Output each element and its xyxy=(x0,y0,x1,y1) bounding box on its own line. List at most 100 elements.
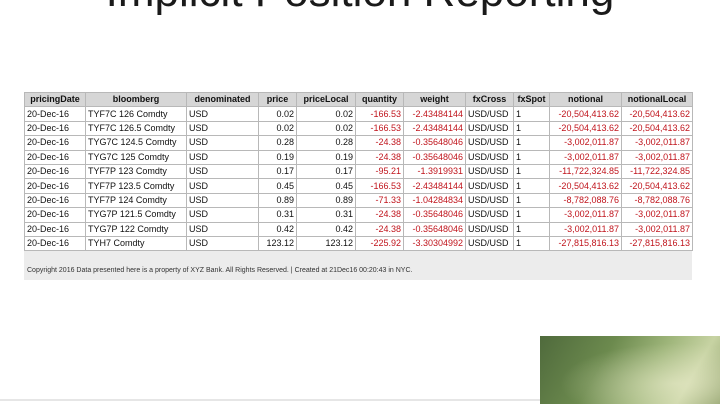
cell-fxcross: USD/USD xyxy=(465,178,514,194)
cell-weight: -3.30304992 xyxy=(403,235,466,252)
cell-fxcross: USD/USD xyxy=(465,120,514,137)
table-header-row: pricingDate bloomberg denominated price … xyxy=(24,91,693,108)
cell-notionallocal: -27,815,816.13 xyxy=(621,235,693,252)
cell-notionallocal: -3,002,011.87 xyxy=(621,135,693,151)
column-header-denominated[interactable]: denominated xyxy=(186,91,259,108)
cell-pricingdate: 20-Dec-16 xyxy=(24,221,86,237)
cell-price: 0.28 xyxy=(258,135,297,151)
cell-denominated: USD xyxy=(186,163,259,180)
column-header-pricelocal[interactable]: priceLocal xyxy=(296,91,356,108)
cell-price: 0.45 xyxy=(258,178,297,194)
column-header-bloomberg[interactable]: bloomberg xyxy=(85,91,187,108)
cell-fxspot: 1 xyxy=(513,207,550,223)
cell-fxspot: 1 xyxy=(513,135,550,151)
cell-fxspot: 1 xyxy=(513,235,550,252)
bottom-divider xyxy=(0,399,540,401)
cell-denominated: USD xyxy=(186,178,259,194)
cell-notionallocal: -3,002,011.87 xyxy=(621,221,693,237)
column-header-fxcross[interactable]: fxCross xyxy=(465,91,514,108)
cell-fxcross: USD/USD xyxy=(465,106,514,122)
cell-price: 0.17 xyxy=(258,163,297,180)
cell-price: 0.42 xyxy=(258,221,297,237)
cell-pricelocal: 0.02 xyxy=(296,120,356,137)
cell-fxspot: 1 xyxy=(513,192,550,209)
cell-denominated: USD xyxy=(186,120,259,137)
cell-notional: -3,002,011.87 xyxy=(549,135,622,151)
cell-fxspot: 1 xyxy=(513,106,550,122)
table-row: 20-Dec-16 TYG7C 124.5 Comdty USD 0.28 0.… xyxy=(24,135,693,151)
table-row: 20-Dec-16 TYG7C 125 Comdty USD 0.19 0.19… xyxy=(24,149,693,165)
cell-notionallocal: -20,504,413.62 xyxy=(621,106,693,122)
cell-notional: -20,504,413.62 xyxy=(549,120,622,137)
slide-title: Implicit Position Reporting xyxy=(0,0,720,17)
cell-weight: -2.43484144 xyxy=(403,178,466,194)
cell-pricingdate: 20-Dec-16 xyxy=(24,163,86,180)
cell-pricingdate: 20-Dec-16 xyxy=(24,207,86,223)
positions-table: pricingDate bloomberg denominated price … xyxy=(24,91,693,252)
report-panel: pricingDate bloomberg denominated price … xyxy=(24,91,693,280)
cell-pricingdate: 20-Dec-16 xyxy=(24,149,86,165)
copyright-footer: Copyright 2016 Data presented here is a … xyxy=(27,267,413,274)
cell-pricelocal: 0.45 xyxy=(296,178,356,194)
cell-quantity: -24.38 xyxy=(355,207,404,223)
cell-fxcross: USD/USD xyxy=(465,235,514,252)
column-header-price[interactable]: price xyxy=(258,91,297,108)
cell-pricelocal: 123.12 xyxy=(296,235,356,252)
cell-fxspot: 1 xyxy=(513,178,550,194)
column-header-notionallocal[interactable]: notionalLocal xyxy=(621,91,693,108)
column-header-fxspot[interactable]: fxSpot xyxy=(513,91,550,108)
cell-fxspot: 1 xyxy=(513,163,550,180)
cell-pricelocal: 0.02 xyxy=(296,106,356,122)
cell-pricelocal: 0.42 xyxy=(296,221,356,237)
cell-quantity: -166.53 xyxy=(355,120,404,137)
cell-bloomberg: TYG7C 125 Comdty xyxy=(85,149,187,165)
cell-bloomberg: TYG7P 122 Comdty xyxy=(85,221,187,237)
table-row: 20-Dec-16 TYF7P 123 Comdty USD 0.17 0.17… xyxy=(24,163,693,180)
cell-quantity: -166.53 xyxy=(355,178,404,194)
cell-fxcross: USD/USD xyxy=(465,207,514,223)
cell-weight: -0.35648046 xyxy=(403,135,466,151)
table-row: 20-Dec-16 TYF7P 124 Comdty USD 0.89 0.89… xyxy=(24,192,693,209)
cell-pricingdate: 20-Dec-16 xyxy=(24,135,86,151)
cell-notional: -8,782,088.76 xyxy=(549,192,622,209)
cell-bloomberg: TYF7P 124 Comdty xyxy=(85,192,187,209)
column-header-notional[interactable]: notional xyxy=(549,91,622,108)
table-row: 20-Dec-16 TYF7C 126.5 Comdty USD 0.02 0.… xyxy=(24,120,693,137)
cell-notional: -3,002,011.87 xyxy=(549,149,622,165)
table-row: 20-Dec-16 TYF7P 123.5 Comdty USD 0.45 0.… xyxy=(24,178,693,194)
cell-quantity: -24.38 xyxy=(355,135,404,151)
cell-price: 0.02 xyxy=(258,106,297,122)
cell-pricelocal: 0.17 xyxy=(296,163,356,180)
table-row: 20-Dec-16 TYH7 Comdty USD 123.12 123.12 … xyxy=(24,235,693,252)
cell-denominated: USD xyxy=(186,135,259,151)
cell-denominated: USD xyxy=(186,149,259,165)
column-header-quantity[interactable]: quantity xyxy=(355,91,404,108)
cell-bloomberg: TYF7C 126 Comdty xyxy=(85,106,187,122)
cell-quantity: -225.92 xyxy=(355,235,404,252)
cell-weight: -0.35648046 xyxy=(403,207,466,223)
column-header-weight[interactable]: weight xyxy=(403,91,466,108)
cell-fxspot: 1 xyxy=(513,221,550,237)
cell-weight: -0.35648046 xyxy=(403,221,466,237)
cell-fxcross: USD/USD xyxy=(465,149,514,165)
cell-denominated: USD xyxy=(186,221,259,237)
cell-fxcross: USD/USD xyxy=(465,221,514,237)
cell-fxcross: USD/USD xyxy=(465,163,514,180)
cell-bloomberg: TYG7C 124.5 Comdty xyxy=(85,135,187,151)
corner-photo-highlight xyxy=(540,336,720,404)
cell-notionallocal: -8,782,088.76 xyxy=(621,192,693,209)
cell-price: 0.02 xyxy=(258,120,297,137)
cell-quantity: -166.53 xyxy=(355,106,404,122)
cell-notional: -3,002,011.87 xyxy=(549,207,622,223)
cell-price: 0.31 xyxy=(258,207,297,223)
cell-notionallocal: -11,722,324.85 xyxy=(621,163,693,180)
cell-denominated: USD xyxy=(186,235,259,252)
cell-weight: -2.43484144 xyxy=(403,120,466,137)
cell-pricelocal: 0.89 xyxy=(296,192,356,209)
cell-pricingdate: 20-Dec-16 xyxy=(24,178,86,194)
cell-denominated: USD xyxy=(186,207,259,223)
cell-notional: -11,722,324.85 xyxy=(549,163,622,180)
cell-weight: -1.3919931 xyxy=(403,163,466,180)
column-header-pricingdate[interactable]: pricingDate xyxy=(24,91,86,108)
cell-price: 123.12 xyxy=(258,235,297,252)
